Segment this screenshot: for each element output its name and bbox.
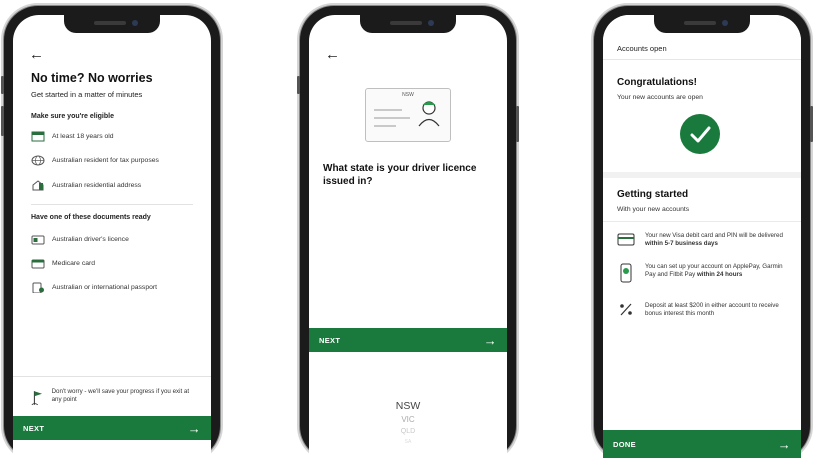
- notch: [360, 15, 456, 33]
- card-state-label: NSW: [402, 92, 414, 98]
- arrow-right-icon: →: [483, 332, 497, 348]
- info-text: Deposit at least $200 in either account …: [645, 302, 779, 317]
- next-label: NEXT: [319, 335, 341, 345]
- license-icon: [31, 235, 45, 245]
- globe-icon: [31, 155, 45, 166]
- info-item: Deposit at least $200 in either account …: [617, 302, 791, 318]
- done-label: DONE: [613, 439, 636, 449]
- card-line: [374, 117, 410, 119]
- phone-icon: [620, 263, 632, 283]
- mute-switch: [297, 76, 300, 94]
- divider: [31, 204, 193, 205]
- power-button: [516, 106, 519, 142]
- section-title: Getting started: [617, 189, 689, 200]
- document-label: Medicare card: [52, 260, 96, 267]
- info-emphasis: within 5-7 business days: [645, 240, 718, 247]
- success-check-icon: [680, 114, 720, 154]
- divider: [603, 221, 801, 222]
- info-emphasis: within 24 hours: [696, 271, 743, 278]
- phone-2: ← NSW What state is your driver licence …: [297, 6, 519, 460]
- house-icon: [32, 180, 44, 191]
- section-subtitle: With your new accounts: [617, 206, 690, 213]
- phone-3: Accounts open Congratulations! Your new …: [594, 6, 813, 460]
- eligibility-label: At least 18 years old: [52, 133, 114, 140]
- licence-state-screen: ← NSW What state is your driver licence …: [309, 15, 507, 460]
- done-button[interactable]: DONE →: [603, 430, 801, 458]
- list-item: Australian resident for tax purposes: [31, 155, 159, 166]
- list-item: Australian residential address: [31, 180, 141, 191]
- section-gap: [603, 172, 801, 178]
- picker-option[interactable]: VIC: [309, 415, 507, 424]
- page-subtitle: Get started in a matter of minutes: [31, 90, 143, 99]
- document-label: Australian or international passport: [52, 284, 158, 291]
- next-button[interactable]: NEXT →: [13, 416, 211, 440]
- card-line: [374, 109, 402, 111]
- card-line: [374, 125, 396, 127]
- arrow-right-icon: →: [187, 420, 201, 436]
- next-label: NEXT: [23, 423, 45, 433]
- list-item: Australian driver's licence: [31, 234, 129, 245]
- person-icon: [418, 101, 440, 127]
- list-item: Australian or international passport: [31, 282, 157, 293]
- note-text: Don't worry - we'll save your progress i…: [51, 388, 190, 403]
- save-progress-note: Don't worry - we'll save your progress i…: [31, 388, 191, 408]
- eligibility-heading: Make sure you're eligible: [31, 113, 114, 120]
- info-item: Your new Visa debit card and PIN will be…: [617, 232, 791, 248]
- list-item: At least 18 years old: [31, 131, 114, 142]
- notch: [64, 15, 160, 33]
- page-title: No time? No worries: [31, 71, 153, 85]
- flag-icon: [31, 391, 43, 406]
- documents-heading: Have one of these documents ready: [31, 214, 151, 221]
- info-item: You can set up your account on ApplePay,…: [617, 263, 791, 283]
- accounts-open-screen: Accounts open Congratulations! Your new …: [603, 15, 801, 460]
- screen-header: Accounts open: [617, 44, 667, 53]
- passport-icon: [32, 282, 44, 293]
- list-item: Medicare card: [31, 258, 95, 269]
- divider: [13, 376, 211, 377]
- card-icon: [617, 233, 635, 246]
- eligibility-label: Australian residential address: [52, 182, 142, 189]
- picker-option[interactable]: QLD: [309, 428, 507, 435]
- calendar-icon: [31, 131, 45, 142]
- percent-icon: [620, 303, 632, 316]
- medicare-card-icon: [31, 259, 45, 269]
- notch: [654, 15, 750, 33]
- congrats-subtitle: Your new accounts are open: [617, 94, 703, 101]
- next-button[interactable]: NEXT →: [309, 328, 507, 352]
- volume-button: [1, 106, 4, 136]
- arrow-right-icon: →: [777, 436, 791, 452]
- document-label: Australian driver's licence: [52, 236, 129, 243]
- driver-licence-illustration: NSW: [365, 88, 451, 142]
- eligibility-screen: ← No time? No worries Get started in a m…: [13, 15, 211, 460]
- question-heading: What state is your driver licence issued…: [323, 163, 477, 187]
- phone-1: ← No time? No worries Get started in a m…: [1, 6, 220, 460]
- back-arrow-icon[interactable]: ←: [325, 47, 340, 62]
- eligibility-label: Australian resident for tax purposes: [52, 157, 159, 164]
- picker-option[interactable]: SA: [309, 439, 507, 445]
- mute-switch: [1, 76, 4, 94]
- picker-option-selected[interactable]: NSW: [309, 400, 507, 412]
- info-text: Your new Visa debit card and PIN will be…: [645, 232, 783, 239]
- divider: [603, 59, 801, 60]
- power-button: [810, 106, 813, 142]
- congrats-title: Congratulations!: [617, 77, 697, 88]
- back-arrow-icon[interactable]: ←: [29, 47, 44, 62]
